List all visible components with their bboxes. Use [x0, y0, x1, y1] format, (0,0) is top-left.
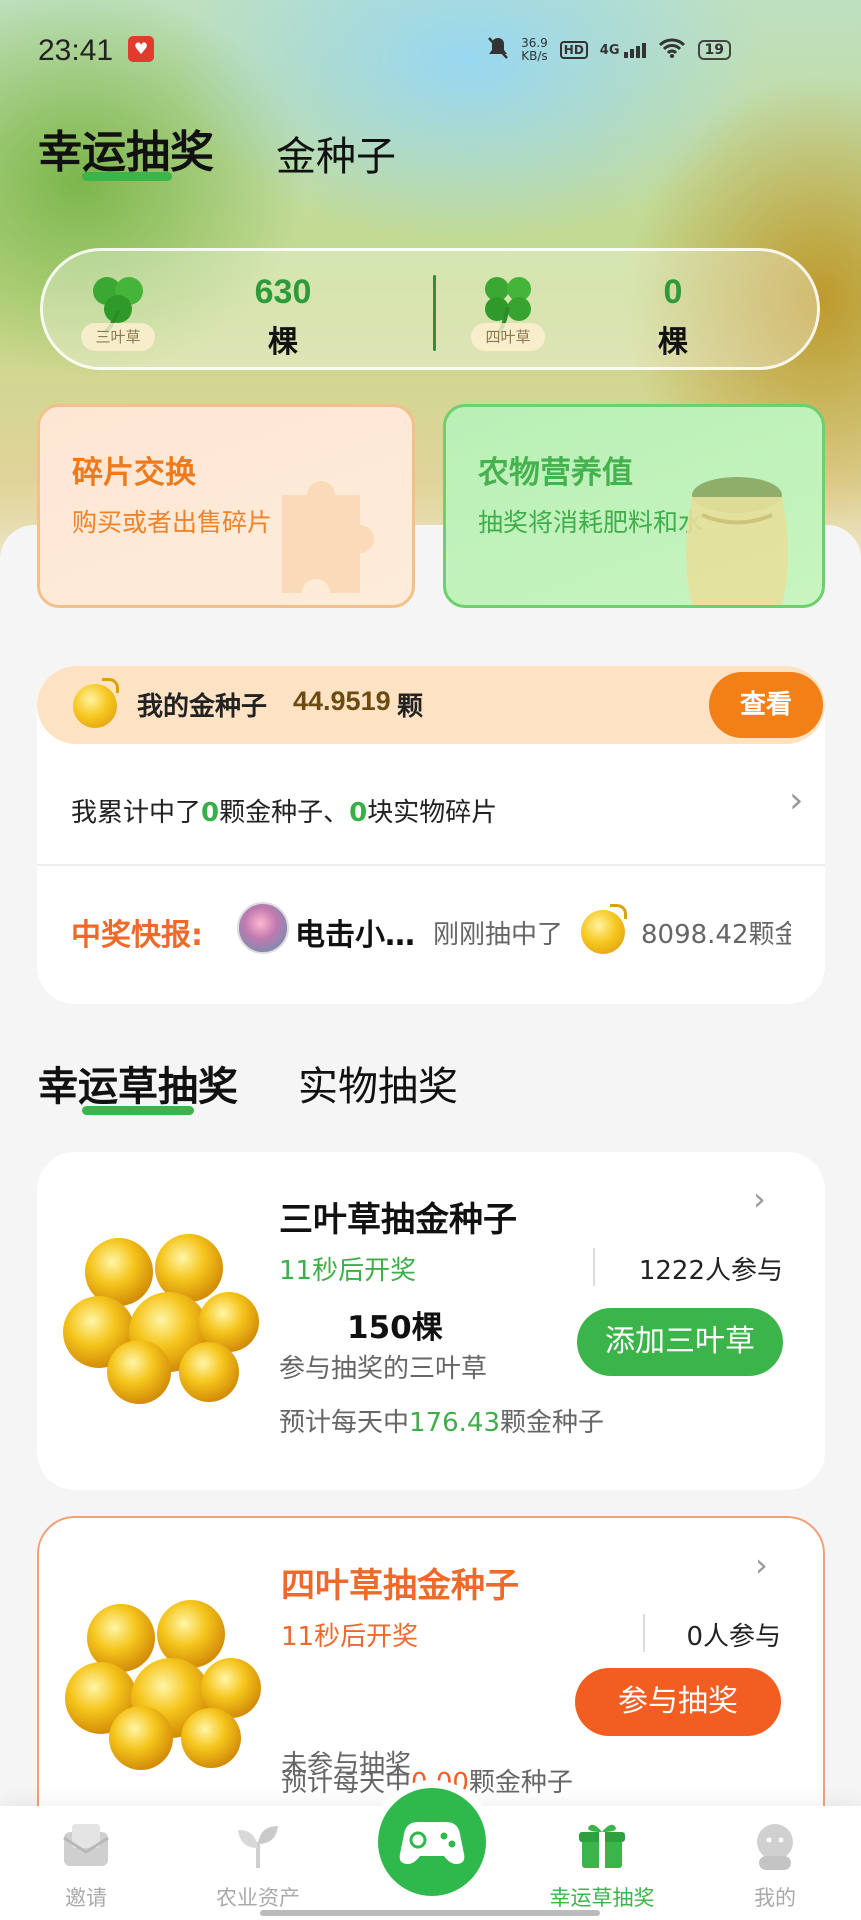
three-leaf-clover-cell[interactable]: 三叶草 630 棵 [43, 251, 433, 373]
four-leaf-clover-unit: 棵 [658, 325, 688, 360]
lottery-title: 四叶草抽金种子 [281, 1566, 519, 1606]
crop-nutrition-card[interactable]: 农物营养值 抽奖将消耗肥料和水 [443, 404, 825, 608]
estimate-suffix: 颗金种子 [500, 1408, 605, 1438]
plant-icon [238, 1826, 278, 1868]
winner-amount: 8098.42颗金 [641, 920, 791, 950]
tab-lucky-draw[interactable]: 幸运抽奖 [38, 116, 214, 180]
nav-farm-assets-label: 农业资产 [216, 1886, 300, 1910]
lottery-participants: 1222人参与 [638, 1256, 783, 1286]
nav-farm-assets[interactable]: 农业资产 [172, 1806, 344, 1920]
fragment-exchange-card[interactable]: 碎片交换 购买或者出售碎片 [37, 404, 415, 608]
gold-seeds-pile-icon [63, 1234, 259, 1404]
center-game-button[interactable] [370, 1780, 494, 1904]
fertilizer-sack-icon [686, 477, 788, 605]
nav-clover-lottery[interactable]: 幸运草抽奖 [516, 1806, 688, 1920]
lottery-amount: 150棵 [347, 1310, 443, 1346]
four-leaf-clover-label: 四叶草 [471, 323, 545, 351]
nav-profile[interactable]: 我的 [689, 1806, 861, 1920]
winner-name: 电击小… [295, 918, 415, 953]
winner-avatar [237, 902, 289, 954]
cumulative-mid: 颗金种子、 [219, 798, 350, 828]
four-leaf-clover-cell[interactable]: 四叶草 0 棵 [433, 251, 823, 373]
wifi-icon [658, 37, 686, 63]
crop-nutrition-title: 农物营养值 [478, 455, 633, 491]
gold-seed-panel: 我的金种子 44.9519 颗 查看 我累计中了0颗金种子、0块实物碎片 › 中… [37, 666, 825, 1004]
lottery-amount-label: 参与抽奖的三叶草 [279, 1354, 488, 1384]
signal-icon: 4G [599, 42, 646, 58]
three-leaf-clover-unit: 棵 [268, 325, 298, 360]
panel-divider [37, 864, 825, 866]
gold-seed-value: 44.9519 [293, 686, 391, 716]
tab-clover-lottery[interactable]: 幸运草抽奖 [38, 1054, 238, 1112]
center-game-circle [378, 1788, 486, 1896]
three-leaf-lottery-card[interactable]: 三叶草抽金种子 › 11秒后开奖 1222人参与 150棵 参与抽奖的三叶草 添… [37, 1152, 825, 1490]
mute-icon [487, 36, 509, 64]
join-lottery-button[interactable]: 参与抽奖 [575, 1668, 781, 1736]
chevron-right-icon[interactable]: › [755, 1546, 768, 1584]
view-gold-seed-button[interactable]: 查看 [709, 672, 823, 738]
lottery-estimate: 预计每天中176.43颗金种子 [279, 1402, 604, 1439]
home-indicator [260, 1910, 600, 1916]
cumulative-seed-count: 0 [201, 798, 220, 828]
lottery-title: 三叶草抽金种子 [279, 1200, 517, 1240]
tab-active-underline [82, 172, 172, 181]
profile-icon [757, 1824, 793, 1870]
puzzle-piece-icon [282, 481, 374, 593]
fragment-exchange-subtitle: 购买或者出售碎片 [72, 508, 273, 537]
gold-seed-icon [73, 678, 119, 728]
cumulative-piece-count: 0 [349, 798, 368, 828]
nav-invite-label: 邀请 [65, 1886, 107, 1910]
hd-badge: HD [559, 41, 588, 59]
lottery-countdown: 11秒后开奖 [279, 1256, 417, 1286]
four-leaf-clover-count: 0 [663, 273, 683, 311]
gold-seed-label: 我的金种子 [137, 692, 268, 722]
gold-seed-unit: 颗 [397, 692, 424, 722]
net-speed-unit: KB/s [521, 49, 548, 63]
lottery-divider [643, 1614, 645, 1652]
add-three-leaf-clover-button[interactable]: 添加三叶草 [577, 1308, 783, 1376]
estimate-prefix: 预计每天中 [279, 1408, 410, 1438]
status-time: 23:41 [38, 34, 114, 67]
gold-seed-bar: 我的金种子 44.9519 颗 查看 [37, 666, 825, 744]
gold-seed-icon [581, 904, 627, 954]
fragment-exchange-title: 碎片交换 [72, 455, 196, 491]
app-notification-icon: ♥ [128, 36, 154, 62]
estimate-value: 176.43 [409, 1408, 500, 1438]
chevron-right-icon[interactable]: › [789, 780, 803, 821]
clover-balance-card: 三叶草 630 棵 四叶草 0 棵 [40, 248, 820, 370]
lottery-countdown: 11秒后开奖 [281, 1622, 419, 1652]
net-speed: 36.9 KB/s [521, 37, 548, 63]
battery-indicator: 19 [697, 40, 731, 60]
lottery-participants: 0人参与 [686, 1622, 781, 1652]
envelope-icon [63, 1824, 109, 1866]
nav-profile-label: 我的 [754, 1886, 796, 1910]
winner-news-label: 中奖快报: [71, 918, 203, 953]
lottery-divider [593, 1248, 595, 1286]
nav-invite[interactable]: 邀请 [0, 1806, 172, 1920]
tab-gold-seed[interactable]: 金种子 [276, 124, 396, 182]
cumulative-prefix: 我累计中了 [71, 798, 202, 828]
chevron-right-icon[interactable]: › [753, 1180, 766, 1218]
status-indicators: 36.9 KB/s HD 4G 19 [487, 36, 731, 64]
status-bar: 23:41 ♥ 36.9 KB/s HD 4G 19 [0, 0, 861, 100]
gold-seeds-pile-icon [65, 1600, 261, 1770]
three-leaf-clover-count: 630 [254, 273, 312, 311]
network-type: 4G [599, 42, 620, 58]
cumulative-suffix: 块实物碎片 [367, 798, 498, 828]
gift-icon [579, 1824, 625, 1868]
tab-physical-lottery[interactable]: 实物抽奖 [298, 1054, 458, 1112]
section-tab-underline [82, 1106, 194, 1115]
winner-text: 刚刚抽中了 [433, 920, 564, 950]
three-leaf-clover-label: 三叶草 [81, 323, 155, 351]
gamepad-icon [399, 1822, 465, 1864]
nav-clover-lottery-label: 幸运草抽奖 [549, 1886, 655, 1910]
cumulative-winnings-row[interactable]: 我累计中了0颗金种子、0块实物碎片 [71, 792, 497, 829]
